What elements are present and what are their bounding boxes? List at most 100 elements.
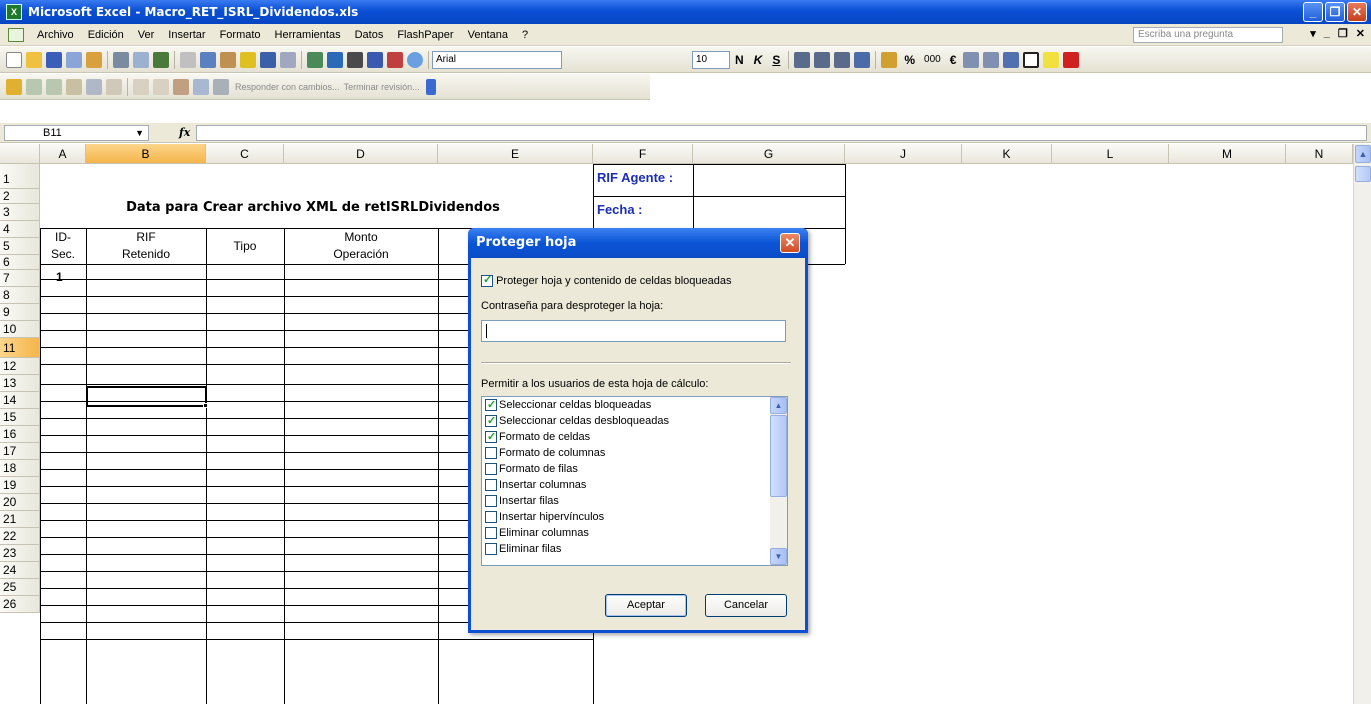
copy-icon[interactable] (200, 51, 216, 68)
menu-insertar[interactable]: Insertar (161, 29, 212, 41)
ok-button[interactable]: Aceptar (605, 594, 687, 617)
column-header-l[interactable]: L (1052, 144, 1169, 164)
row-header-7[interactable]: 7 (0, 270, 40, 287)
next-comment-icon[interactable] (46, 78, 62, 95)
permission-item[interactable]: Formato de filas (482, 461, 787, 477)
row-header-4[interactable]: 4 (0, 221, 40, 238)
permission-item[interactable]: Eliminar filas (482, 541, 787, 557)
protect-checkbox[interactable] (481, 273, 493, 288)
scroll-up-icon[interactable]: ▲ (1355, 145, 1371, 163)
ask-question-input[interactable]: Escriba una pregunta (1133, 27, 1283, 43)
permission-item[interactable]: Insertar columnas (482, 477, 787, 493)
row-header-25[interactable]: 25 (0, 579, 40, 596)
column-header-f[interactable]: F (593, 144, 693, 164)
permissions-list[interactable]: Seleccionar celdas bloqueadas Seleccionar… (481, 396, 788, 566)
insert-function-icon[interactable]: fx (179, 126, 190, 139)
permission-checkbox[interactable] (485, 413, 497, 429)
permission-checkbox[interactable] (485, 447, 497, 460)
row-header-5[interactable]: 5 (0, 238, 40, 255)
permission-checkbox[interactable] (485, 527, 497, 540)
sort-ascending-icon[interactable] (367, 51, 383, 68)
redo-icon[interactable] (280, 51, 296, 68)
permission-item[interactable]: Seleccionar celdas bloqueadas (482, 397, 787, 413)
row-header-21[interactable]: 21 (0, 511, 40, 528)
column-header-e[interactable]: E (438, 144, 593, 164)
row-header-14[interactable]: 14 (0, 392, 40, 409)
permission-checkbox[interactable] (485, 479, 497, 492)
permission-icon[interactable] (66, 51, 82, 68)
chevron-down-icon[interactable]: ▼ (135, 126, 144, 140)
row-header-24[interactable]: 24 (0, 562, 40, 579)
reply-with-changes-button[interactable]: Responder con cambios... (235, 82, 340, 92)
print-preview-icon[interactable] (133, 51, 149, 68)
column-header-g[interactable]: G (693, 144, 845, 164)
menu-edicion[interactable]: Edición (81, 29, 131, 41)
cut-icon[interactable] (180, 51, 196, 68)
permission-item[interactable]: Insertar filas (482, 493, 787, 509)
chevron-down-icon[interactable]: ▼ (770, 548, 787, 565)
fill-handle[interactable] (203, 403, 208, 408)
open-icon[interactable] (26, 51, 42, 68)
doc-close-button[interactable]: ✕ (1356, 27, 1365, 40)
increase-decimal-icon[interactable] (963, 51, 980, 68)
spelling-icon[interactable] (153, 51, 169, 68)
send-to-recipient-icon[interactable] (173, 78, 189, 95)
end-review-button[interactable]: Terminar revisión... (344, 82, 420, 92)
doc-menu-arrow[interactable]: ▾ (1310, 27, 1316, 40)
column-header-j[interactable]: J (845, 144, 962, 164)
permission-checkbox[interactable] (485, 495, 497, 508)
excel-icon[interactable]: X (6, 4, 22, 20)
menu-ver[interactable]: Ver (131, 29, 162, 41)
dialog-close-button[interactable]: ✕ (780, 233, 800, 253)
save-icon[interactable] (46, 51, 62, 68)
update-file-icon[interactable] (153, 78, 169, 95)
permission-checkbox[interactable] (485, 397, 497, 413)
underline-button[interactable]: S (772, 53, 780, 67)
restore-button[interactable]: ❐ (1325, 2, 1345, 22)
menu-formato[interactable]: Formato (213, 29, 268, 41)
row-header-8[interactable]: 8 (0, 287, 40, 304)
thousands-button[interactable]: 000 (924, 54, 941, 65)
doc-minimize-button[interactable]: _ (1324, 27, 1330, 40)
row-header-19[interactable]: 19 (0, 477, 40, 494)
row-header-9[interactable]: 9 (0, 304, 40, 321)
toolbar-options-icon[interactable] (425, 78, 436, 95)
menu-herramientas[interactable]: Herramientas (268, 29, 348, 41)
font-name-select[interactable]: Arial (432, 50, 562, 69)
column-header-d[interactable]: D (284, 144, 438, 164)
merge-center-icon[interactable] (854, 51, 871, 68)
row-header-18[interactable]: 18 (0, 460, 40, 477)
borders-icon[interactable] (1023, 51, 1040, 68)
cancel-button[interactable]: Cancelar (705, 594, 787, 617)
chart-wizard-icon[interactable] (387, 51, 403, 68)
row-header-23[interactable]: 23 (0, 545, 40, 562)
currency-icon[interactable] (881, 51, 898, 68)
email-icon[interactable] (86, 51, 102, 68)
percent-button[interactable]: % (904, 53, 915, 67)
print-icon[interactable] (113, 51, 129, 68)
format-painter-icon[interactable] (240, 51, 256, 68)
menu-help[interactable]: ? (515, 29, 535, 41)
column-header-k[interactable]: K (962, 144, 1052, 164)
font-size-select[interactable]: 10 (692, 50, 730, 69)
menu-datos[interactable]: Datos (348, 29, 391, 41)
doc-restore-button[interactable]: ❐ (1338, 27, 1348, 40)
show-all-comments-icon[interactable] (86, 78, 102, 95)
permission-item[interactable]: Formato de celdas (482, 429, 787, 445)
ink-annotations-icon[interactable] (193, 78, 209, 95)
close-button[interactable]: ✕ (1347, 2, 1367, 22)
align-left-icon[interactable] (794, 51, 811, 68)
show-comment-icon[interactable] (66, 78, 82, 95)
help-icon[interactable] (407, 51, 423, 68)
row-header-17[interactable]: 17 (0, 443, 40, 460)
permission-checkbox[interactable] (485, 511, 497, 524)
row-header-10[interactable]: 10 (0, 321, 40, 338)
menu-flashpaper[interactable]: FlashPaper (390, 29, 460, 41)
column-header-m[interactable]: M (1169, 144, 1286, 164)
row-header-11[interactable]: 11 (0, 338, 40, 358)
new-comment-icon[interactable] (6, 78, 22, 95)
row-header-26[interactable]: 26 (0, 596, 40, 613)
row-header-3[interactable]: 3 (0, 204, 40, 221)
decrease-decimal-icon[interactable] (983, 51, 1000, 68)
permission-item[interactable]: Insertar hipervínculos (482, 509, 787, 525)
